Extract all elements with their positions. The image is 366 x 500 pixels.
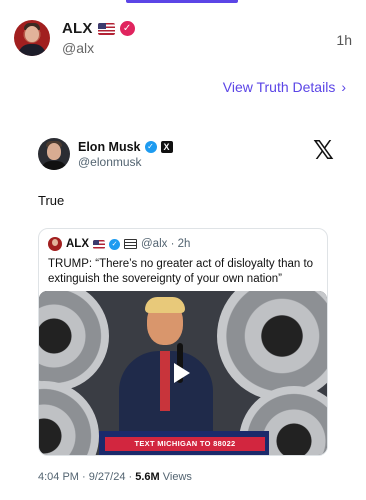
view-truth-details-label: View Truth Details xyxy=(222,79,336,95)
chevron-right-icon: › xyxy=(341,79,346,95)
quoted-post-header: ALX ✓ @alx · 2h xyxy=(48,237,190,251)
verified-badge-icon: ✓ xyxy=(144,141,157,153)
embed-author-name-row: Elon Musk ✓ X xyxy=(78,140,173,154)
author-display-name[interactable]: ALX xyxy=(62,20,93,37)
embed-author-name[interactable]: Elon Musk xyxy=(78,140,141,154)
us-flag-icon xyxy=(93,239,105,249)
embed-post-views-label: Views xyxy=(159,471,192,483)
view-truth-details-link[interactable]: View Truth Details › xyxy=(223,79,346,95)
speaker-tie xyxy=(160,351,170,411)
post-timestamp: 1h xyxy=(336,32,352,48)
author-handle[interactable]: @alx xyxy=(62,40,94,56)
quoted-author-handle-time: @alx · 2h xyxy=(141,238,191,250)
speaker-hair xyxy=(145,297,185,313)
quoted-author-name: ALX xyxy=(66,238,89,250)
verified-badge-icon: ✓ xyxy=(109,238,120,250)
active-tab-indicator xyxy=(126,0,238,3)
embed-author-handle[interactable]: @elonmusk xyxy=(78,155,142,169)
play-icon[interactable] xyxy=(174,363,190,383)
author-name-row: ALX ✓ xyxy=(62,20,135,37)
background-coil xyxy=(39,291,109,391)
embed-post-text: True xyxy=(38,193,65,208)
quoted-author-avatar xyxy=(48,237,62,251)
avatar[interactable] xyxy=(14,20,50,56)
embed-header: Elon Musk ✓ X @elonmusk 𝕏 xyxy=(24,128,342,170)
background-coil xyxy=(39,381,99,455)
us-flag-icon xyxy=(97,22,115,35)
background-coil xyxy=(217,291,327,401)
embed-author-avatar[interactable] xyxy=(38,138,70,170)
embedded-post-card[interactable]: Elon Musk ✓ X @elonmusk 𝕏 True ALX ✓ @al… xyxy=(24,128,342,500)
quoted-post[interactable]: ALX ✓ @alx · 2h TRUMP: “There’s no great… xyxy=(38,228,328,456)
podium-sign-text: TEXT MICHIGAN TO 88022 xyxy=(105,437,265,451)
x-affiliate-icon: X xyxy=(160,141,173,153)
news-badge-icon xyxy=(124,239,137,249)
x-logo-icon[interactable]: 𝕏 xyxy=(313,136,334,166)
verified-badge-icon: ✓ xyxy=(119,21,135,36)
quoted-post-text: TRUMP: “There’s no greater act of disloy… xyxy=(48,258,314,285)
embed-post-meta: 4:04 PM · 9/27/24 · 5.6M Views xyxy=(38,471,192,483)
post-header: ALX ✓ @alx 1h xyxy=(14,18,352,62)
embed-post-views-count: 5.6M xyxy=(135,471,160,483)
video-player[interactable]: TEXT MICHIGAN TO 88022 xyxy=(39,291,327,455)
embed-post-time-date: 4:04 PM · 9/27/24 · xyxy=(38,471,136,483)
